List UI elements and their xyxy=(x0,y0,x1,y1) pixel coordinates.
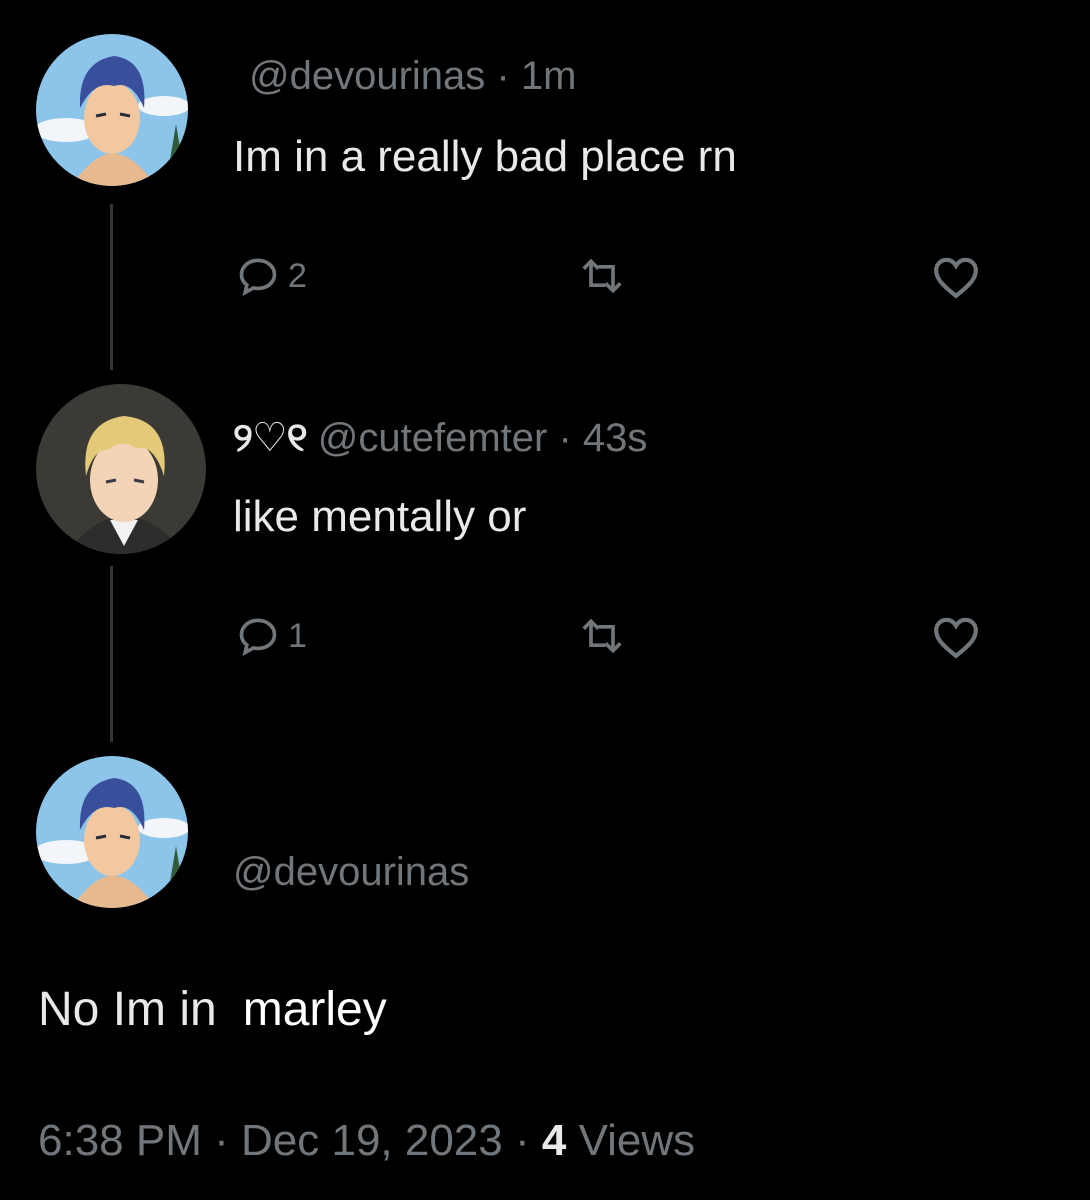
main-tweet-views-count[interactable]: 4 xyxy=(542,1116,566,1165)
thread-connector-line xyxy=(110,566,113,742)
reply-2-separator: · xyxy=(558,416,572,460)
avatar-image xyxy=(36,384,206,554)
reply-2-meta: ୨♡୧ @cutefemter · 43s xyxy=(233,414,647,461)
reply-2-reply-button[interactable]: 1 xyxy=(236,614,307,658)
reply-2-text: like mentally or xyxy=(233,492,527,541)
reply-icon xyxy=(239,618,277,657)
main-tweet-separator-1: · xyxy=(214,1116,229,1165)
main-tweet-text: No Im in marley xyxy=(38,982,387,1037)
main-tweet-separator-2: · xyxy=(514,1116,530,1165)
main-tweet-time[interactable]: 6:38 PM xyxy=(38,1116,202,1165)
reply-2-retweet-button[interactable] xyxy=(578,614,626,658)
reply-1-retweet-button[interactable] xyxy=(578,254,626,298)
reply-icon xyxy=(239,258,277,297)
main-tweet-text-part1: No Im in xyxy=(38,983,217,1036)
reply-2-handle[interactable]: @cutefemter xyxy=(318,416,548,460)
main-tweet-views-label: Views xyxy=(578,1116,696,1165)
reply-1-meta: @devourinas · 1m xyxy=(249,54,576,99)
avatar-devourinas-main[interactable] xyxy=(36,756,188,908)
reply-1-separator: · xyxy=(496,54,510,98)
main-tweet-meta: @devourinas xyxy=(233,850,469,895)
reply-1-handle[interactable]: @devourinas xyxy=(249,54,485,98)
main-tweet-handle[interactable]: @devourinas xyxy=(233,850,469,894)
reply-2-reply-count: 1 xyxy=(288,616,307,655)
avatar-image xyxy=(36,34,188,186)
avatar-cutefemter[interactable] xyxy=(36,384,206,554)
reply-1-text: Im in a really bad place rn xyxy=(233,132,737,181)
like-icon xyxy=(934,257,978,299)
main-tweet-footer: 6:38 PM · Dec 19, 2023 · 4 Views xyxy=(38,1116,695,1166)
tweet-thread-page: @devourinas · 1m Im in a really bad plac… xyxy=(0,0,1090,1200)
reply-2-display-name[interactable]: ୨♡୧ xyxy=(233,414,308,461)
reply-1-time[interactable]: 1m xyxy=(521,54,577,98)
like-icon xyxy=(934,617,978,659)
reply-1-reply-button[interactable]: 2 xyxy=(236,254,307,298)
reply-2-time[interactable]: 43s xyxy=(583,416,648,460)
reply-1-like-button[interactable] xyxy=(930,254,982,300)
retweet-icon xyxy=(582,258,622,294)
main-tweet-date[interactable]: Dec 19, 2023 xyxy=(241,1116,503,1165)
avatar-image xyxy=(36,756,188,908)
thread-connector-line xyxy=(110,204,113,370)
reply-1-reply-count: 2 xyxy=(288,256,307,295)
main-tweet-text-part2: marley xyxy=(242,983,387,1036)
retweet-icon xyxy=(582,618,622,654)
avatar-devourinas[interactable] xyxy=(36,34,188,186)
reply-2-like-button[interactable] xyxy=(930,614,982,660)
